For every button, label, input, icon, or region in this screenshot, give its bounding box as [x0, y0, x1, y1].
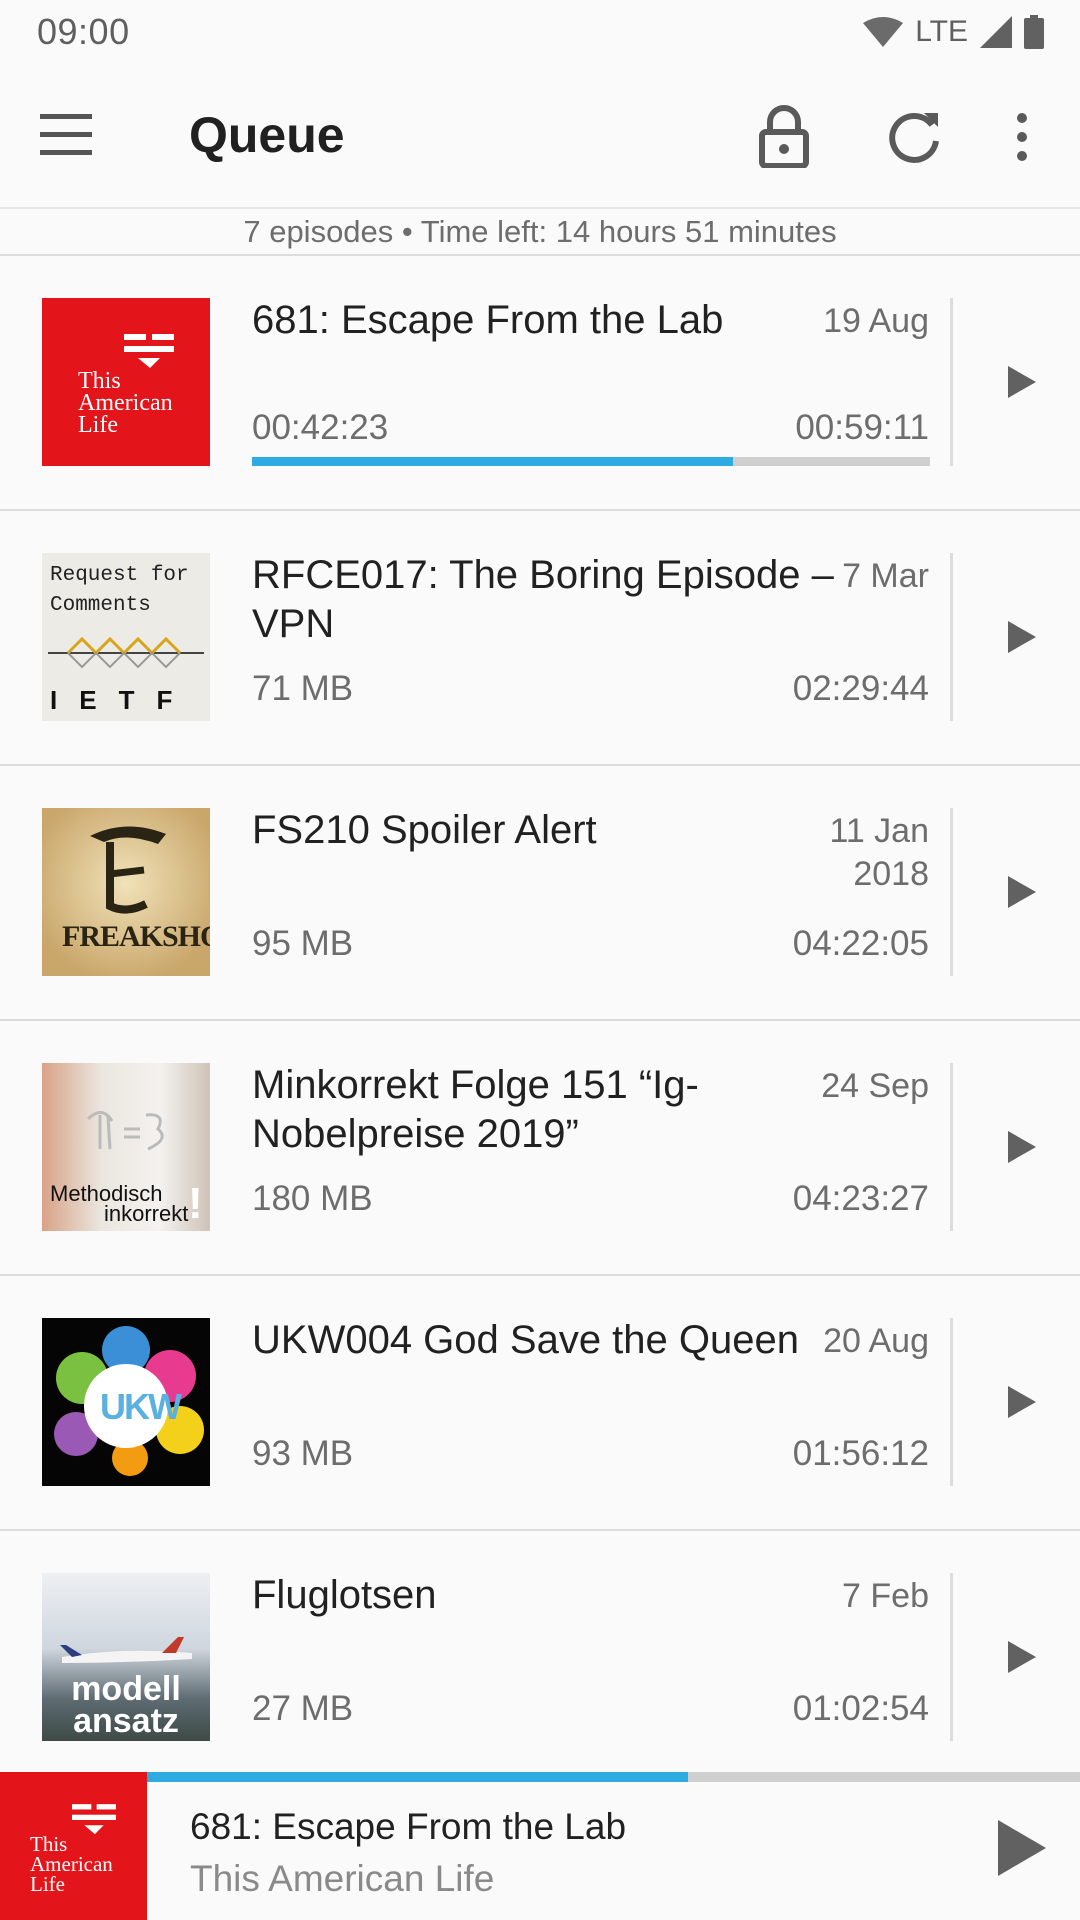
cover-text: modell ansatz [71, 1670, 181, 1740]
wifi-icon [863, 17, 904, 47]
cover-art: FREAKSHOW [42, 808, 210, 976]
cover-art: This American Life [42, 298, 210, 466]
episode-duration: 04:23:27 [792, 1179, 929, 1218]
mini-player[interactable]: This American Life 681: Escape From the … [0, 1772, 1080, 1920]
divider [950, 1573, 953, 1741]
divider [950, 808, 953, 976]
divider [950, 553, 953, 721]
whiteboard-drawing-icon [86, 1111, 164, 1151]
player-progress-fill [147, 1772, 689, 1782]
this-american-life-logo: This American Life [42, 298, 210, 466]
this-american-life-logo: This American Life [0, 1772, 147, 1920]
menu-icon[interactable] [40, 112, 96, 158]
speech-bubble-icon [72, 1804, 116, 1835]
episode-title: Minkorrekt Folge 151 “Ig-Nobelpreise 201… [252, 1063, 699, 1156]
play-icon[interactable] [996, 358, 1044, 406]
episode-progress-bar [252, 457, 930, 466]
episode-size: 71 MB [252, 669, 354, 708]
list-item[interactable]: UKW UKW004 God Save the Queen 20 Aug 93 … [0, 1276, 1080, 1531]
list-item[interactable]: modell ansatz Fluglotsen 7 Feb 27 MB 01:… [0, 1531, 1080, 1786]
lock-icon[interactable] [756, 104, 812, 168]
cover-text: This American Life [78, 368, 173, 438]
cover-text: This American Life [30, 1832, 113, 1896]
queue-summary: 7 episodes • Time left: 14 hours 51 minu… [0, 212, 1080, 256]
status-time: 09:00 [37, 11, 130, 52]
status-icons: LTE [863, 15, 1044, 49]
episode-title: RFCE017: The Boring Episode – VPN [252, 553, 834, 646]
airplane-icon [60, 1637, 192, 1663]
episode-progress-fill [252, 457, 734, 466]
cover-art: Request for Comments IETF [42, 553, 210, 721]
divider [950, 298, 953, 466]
speech-bubble-icon [124, 334, 174, 368]
cover-text: IETF [50, 685, 195, 715]
cover-text: inkorrekt [104, 1201, 189, 1226]
battery-icon [1024, 15, 1044, 49]
player-episode-title: 681: Escape From the Lab [190, 1806, 627, 1847]
cover-art: Methodisch inkorrekt ! [42, 1063, 210, 1231]
play-icon[interactable] [990, 1816, 1050, 1880]
episode-duration: 01:02:54 [792, 1689, 929, 1728]
play-icon[interactable] [996, 1123, 1044, 1171]
player-podcast-title: This American Life [190, 1858, 495, 1899]
episode-date: 7 Feb [842, 1577, 929, 1615]
episode-title: Fluglotsen [252, 1573, 437, 1617]
list-item[interactable]: This American Life 681: Escape From the … [0, 256, 1080, 511]
episode-size: 93 MB [252, 1434, 354, 1473]
ukw-cover: UKW [42, 1318, 210, 1486]
signal-icon [980, 16, 1012, 48]
status-bar: 09:00 LTE [0, 0, 1080, 64]
cover-art: modell ansatz [42, 1573, 210, 1741]
page-title: Queue [189, 107, 345, 163]
network-label: LTE [915, 15, 968, 48]
play-icon[interactable] [996, 868, 1044, 916]
player-cover-art: This American Life [0, 1772, 147, 1920]
cover-text: ! [188, 1179, 203, 1228]
list-item[interactable]: Methodisch inkorrekt ! Minkorrekt Folge … [0, 1021, 1080, 1276]
cover-text: Request for Comments [50, 564, 189, 617]
cover-text: UKW [100, 1386, 182, 1427]
toolbar: Queue [0, 64, 1080, 209]
episode-title: UKW004 God Save the Queen [252, 1318, 799, 1362]
freakshow-cover: FREAKSHOW [42, 808, 210, 976]
divider [950, 1063, 953, 1231]
ietf-cover: Request for Comments IETF [42, 553, 210, 721]
cover-art: UKW [42, 1318, 210, 1486]
episode-date: 11 Jan 2018 [829, 812, 929, 893]
episode-position: 00:42:23 [252, 408, 389, 447]
play-icon[interactable] [996, 613, 1044, 661]
minkorrekt-cover: Methodisch inkorrekt ! [42, 1063, 210, 1231]
more-options-icon[interactable] [1004, 112, 1040, 162]
play-icon[interactable] [996, 1378, 1044, 1426]
episode-date: 24 Sep [821, 1067, 929, 1105]
episode-date: 20 Aug [823, 1322, 929, 1360]
episode-date: 19 Aug [823, 302, 929, 340]
episode-title: 681: Escape From the Lab [252, 298, 724, 342]
play-icon[interactable] [996, 1633, 1044, 1681]
list-item[interactable]: FREAKSHOW FS210 Spoiler Alert 11 Jan 201… [0, 766, 1080, 1021]
episode-duration: 02:29:44 [792, 669, 929, 708]
queue-list: This American Life 681: Escape From the … [0, 256, 1080, 1786]
episode-size: 27 MB [252, 1689, 354, 1728]
episode-title: FS210 Spoiler Alert [252, 808, 597, 852]
episode-duration: 04:22:05 [792, 924, 929, 963]
hat-icon [90, 826, 166, 914]
episode-date: 7 Mar [842, 557, 929, 595]
cover-text: FREAKSHOW [62, 920, 210, 953]
episode-duration: 00:59:11 [795, 408, 929, 447]
episode-size: 180 MB [252, 1179, 373, 1218]
divider [950, 1318, 953, 1486]
diamond-pattern-icon [48, 636, 204, 669]
modellansatz-cover: modell ansatz [42, 1573, 210, 1741]
refresh-icon[interactable] [884, 107, 944, 167]
episode-duration: 01:56:12 [792, 1434, 929, 1473]
player-progress-bar[interactable] [147, 1772, 1080, 1782]
list-item[interactable]: Request for Comments IETF RFCE017: The B… [0, 511, 1080, 766]
episode-size: 95 MB [252, 924, 354, 963]
